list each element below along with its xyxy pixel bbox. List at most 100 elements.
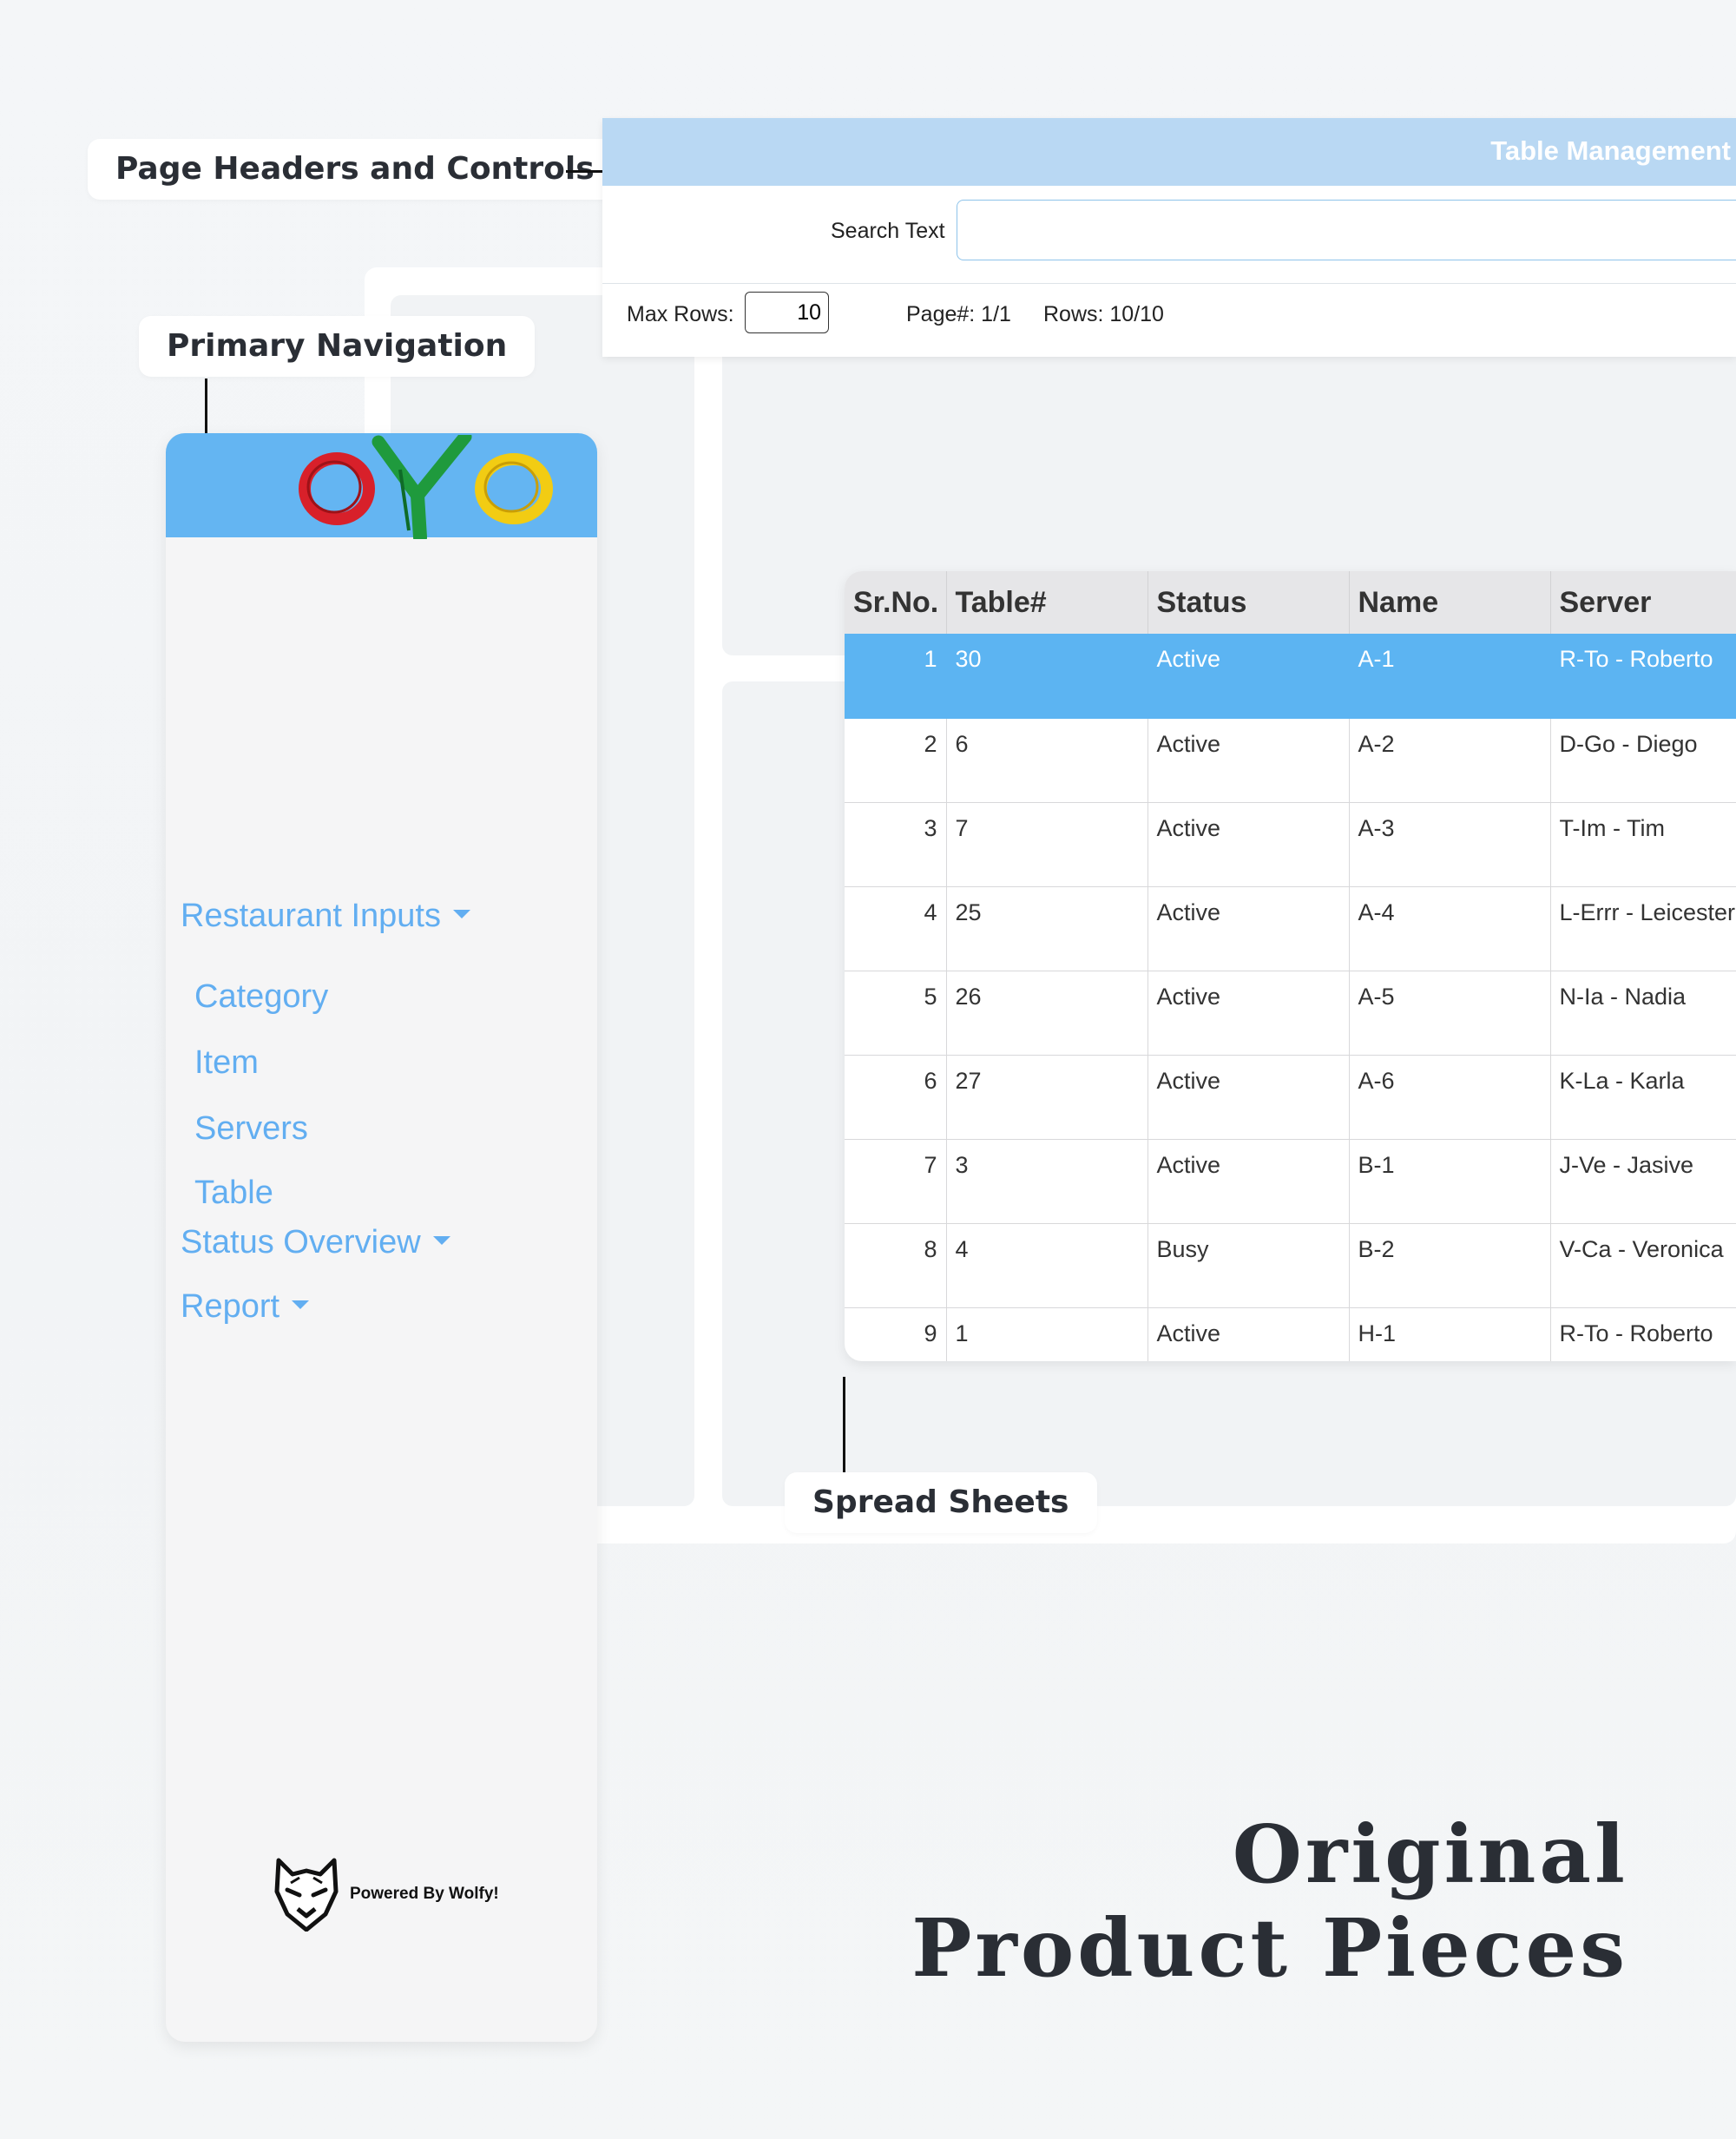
data-table: Sr.No. Table# Status Name Server 1 30 Acti… (845, 571, 1736, 1361)
cell-server[interactable]: V-Ca - Veronica (1550, 1223, 1736, 1308)
nav-item-servers[interactable]: Servers (194, 1110, 308, 1148)
nav-item-item[interactable]: Item (194, 1044, 259, 1082)
cell-status[interactable]: Active (1147, 1307, 1350, 1361)
cell-table-number[interactable]: 3 (946, 1139, 1148, 1224)
cell-sr-no[interactable]: 5 (845, 971, 947, 1056)
cell-sr-no[interactable]: 9 (845, 1307, 947, 1361)
cell-name[interactable]: A-4 (1349, 886, 1551, 971)
callout-page-headers: Page Headers and Controls (88, 139, 622, 200)
search-label: Search Text (831, 219, 945, 243)
cell-name[interactable]: B-1 (1349, 1139, 1551, 1224)
table-header-row: Sr.No. Table# Status Name Server (845, 571, 1736, 634)
table-row[interactable]: 4 25 Active A-4 L-Errr - Leicester (845, 886, 1736, 971)
cell-table-number[interactable]: 1 (946, 1307, 1148, 1361)
cell-table-number[interactable]: 4 (946, 1223, 1148, 1308)
cell-status[interactable]: Active (1147, 802, 1350, 887)
callout-connector-spreadsheets (843, 1377, 845, 1474)
cell-name[interactable]: H-1 (1349, 1307, 1551, 1361)
page-title: Table Management (1490, 135, 1731, 166)
table-row[interactable]: 5 26 Active A-5 N-Ia - Nadia (845, 971, 1736, 1056)
column-header-status[interactable]: Status (1147, 571, 1350, 634)
table-row[interactable]: 1 30 Active A-1 R-To - Roberto (845, 634, 1736, 719)
nav-report-label: Report (181, 1288, 280, 1325)
column-header-sr-no[interactable]: Sr.No. (845, 571, 947, 634)
table-row[interactable]: 6 27 Active A-6 K-La - Karla (845, 1055, 1736, 1140)
cell-status[interactable]: Active (1147, 1139, 1350, 1224)
callout-connector-navigation (205, 378, 207, 434)
cell-server[interactable]: N-Ia - Nadia (1550, 971, 1736, 1056)
callout-spread-sheets: Spread Sheets (785, 1472, 1097, 1533)
table-row[interactable]: 8 4 Busy B-2 V-Ca - Veronica (845, 1223, 1736, 1308)
nav-item-category[interactable]: Category (194, 978, 328, 1016)
cell-table-number[interactable]: 26 (946, 971, 1148, 1056)
oyo-logo[interactable] (296, 435, 565, 539)
wolf-logo-icon (274, 1858, 339, 1932)
cell-sr-no[interactable]: 6 (845, 1055, 947, 1140)
search-row: Search Text (602, 186, 1736, 284)
nav-item-table[interactable]: Table (194, 1175, 273, 1212)
spreadsheet-grid: Sr.No. Table# Status Name Server 1 30 Acti… (845, 571, 1736, 1361)
cell-sr-no[interactable]: 7 (845, 1139, 947, 1224)
cell-sr-no[interactable]: 2 (845, 718, 947, 803)
cell-table-number[interactable]: 27 (946, 1055, 1148, 1140)
cell-table-number[interactable]: 6 (946, 718, 1148, 803)
cell-table-number[interactable]: 30 (946, 634, 1148, 719)
caret-down-icon (432, 1235, 450, 1245)
powered-by-text: Powered By Wolfy! (350, 1885, 499, 1903)
cell-server[interactable]: R-To - Roberto (1550, 634, 1736, 719)
column-header-table-number[interactable]: Table# (946, 571, 1148, 634)
nav-restaurant-inputs[interactable]: Restaurant Inputs (181, 898, 470, 935)
cell-server[interactable]: D-Go - Diego (1550, 718, 1736, 803)
cell-table-number[interactable]: 7 (946, 802, 1148, 887)
caret-down-icon (452, 909, 470, 918)
cell-status[interactable]: Active (1147, 718, 1350, 803)
table-row[interactable]: 3 7 Active A-3 T-Im - Tim (845, 802, 1736, 887)
nav-status-overview[interactable]: Status Overview (181, 1224, 450, 1261)
nav-status-overview-label: Status Overview (181, 1224, 421, 1260)
table-row[interactable]: 2 6 Active A-2 D-Go - Diego (845, 718, 1736, 803)
powered-by: Powered By Wolfy! (273, 1857, 499, 1932)
brand-header (166, 433, 597, 539)
page-header-panel: Table Management Search Text Max Rows: P… (602, 118, 1736, 357)
rows-indicator: Rows: 10/10 (1043, 302, 1164, 326)
table-row[interactable]: 7 3 Active B-1 J-Ve - Jasive (845, 1139, 1736, 1224)
cell-sr-no[interactable]: 1 (845, 634, 947, 719)
max-rows-label: Max Rows: (627, 302, 734, 326)
cell-table-number[interactable]: 25 (946, 886, 1148, 971)
page-titlebar: Table Management (602, 118, 1736, 186)
cell-name[interactable]: B-2 (1349, 1223, 1551, 1308)
page-indicator: Page#: 1/1 (906, 302, 1011, 326)
tagline-line-2: Product Pieces (911, 1901, 1628, 1995)
column-header-name[interactable]: Name (1349, 571, 1551, 634)
cell-name[interactable]: A-1 (1349, 634, 1551, 719)
cell-sr-no[interactable]: 4 (845, 886, 947, 971)
cell-name[interactable]: A-5 (1349, 971, 1551, 1056)
cell-status[interactable]: Busy (1147, 1223, 1350, 1308)
cell-status[interactable]: Active (1147, 634, 1350, 719)
table-row[interactable]: 9 1 Active H-1 R-To - Roberto (845, 1307, 1736, 1361)
search-input[interactable] (957, 200, 1736, 260)
cell-sr-no[interactable]: 8 (845, 1223, 947, 1308)
cell-name[interactable]: A-6 (1349, 1055, 1551, 1140)
cell-server[interactable]: L-Errr - Leicester (1550, 886, 1736, 971)
caret-down-icon (292, 1300, 310, 1309)
nav-report[interactable]: Report (181, 1288, 310, 1326)
max-rows-input[interactable] (745, 292, 829, 333)
cell-status[interactable]: Active (1147, 971, 1350, 1056)
cell-server[interactable]: J-Ve - Jasive (1550, 1139, 1736, 1224)
cell-name[interactable]: A-3 (1349, 802, 1551, 887)
cell-server[interactable]: K-La - Karla (1550, 1055, 1736, 1140)
primary-navigation-sidebar: Restaurant Inputs Category Item Servers … (166, 433, 597, 2042)
cell-server[interactable]: R-To - Roberto (1550, 1307, 1736, 1361)
cell-sr-no[interactable]: 3 (845, 802, 947, 887)
cell-status[interactable]: Active (1147, 1055, 1350, 1140)
column-header-server[interactable]: Server (1550, 571, 1736, 634)
paging-controls: Max Rows: Page#: 1/1 Rows: 10/10 (602, 292, 1736, 344)
table-body: 1 30 Active A-1 R-To - Roberto 2 6 Active A-2 D-G… (845, 634, 1736, 1361)
tagline-line-1: Original (1232, 1807, 1628, 1901)
cell-name[interactable]: A-2 (1349, 718, 1551, 803)
cell-status[interactable]: Active (1147, 886, 1350, 971)
cell-server[interactable]: T-Im - Tim (1550, 802, 1736, 887)
callout-primary-navigation: Primary Navigation (139, 316, 536, 377)
nav-restaurant-inputs-label: Restaurant Inputs (181, 898, 441, 934)
